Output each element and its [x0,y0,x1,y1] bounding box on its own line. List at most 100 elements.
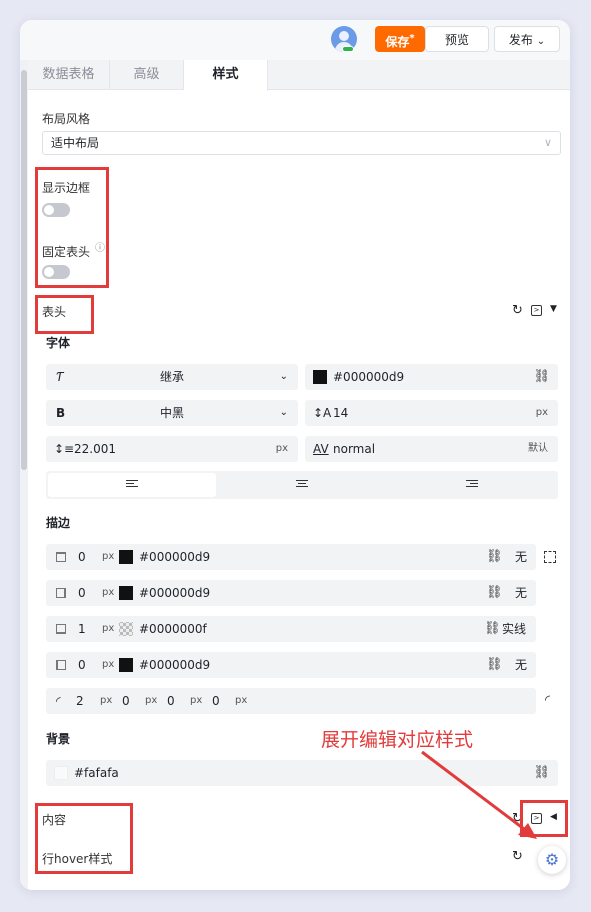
font-color-value: #000000d9 [333,370,405,384]
stroke-color-swatch[interactable] [119,622,133,636]
radius-bottom-left[interactable]: 0 [212,688,220,714]
align-left-button[interactable] [48,473,216,497]
refresh-icon[interactable]: ↻ [512,811,523,826]
row-hover-section-title: 行hover样式 [42,852,113,866]
border-bottom-icon [56,624,66,634]
text-align-group [46,471,558,499]
font-size-icon: ↕A [313,406,332,420]
publish-button[interactable]: 发布 ⌄ [494,26,560,52]
radius-unit: px [100,695,113,706]
style-panel-window: 保存* 预览 发布 ⌄ 数据表格 高级 样式 布局风格 适中布局 ∨ 显示边框 … [20,20,570,890]
border-all-icon[interactable] [544,551,556,563]
content-section-title: 内容 [42,813,67,827]
stroke-unit: px [102,623,115,634]
font-color-swatch[interactable] [313,370,327,384]
variable-link-icon[interactable]: ⛓ [486,652,503,678]
font-section-title: 字体 [46,336,71,350]
font-size-value: 14 [333,406,349,420]
show-border-label: 显示边框 [42,181,91,195]
stroke-unit: px [102,587,115,598]
code-icon[interactable]: > [531,305,542,316]
stroke-width: 0 [78,550,86,564]
stroke-color-value: #000000d9 [139,550,211,564]
stroke-row-top[interactable]: 0 px #000000d9 ⛓ 无 [46,544,536,570]
stroke-row-left[interactable]: 0 px #000000d9 ⛓ 无 [46,652,536,678]
stroke-style-value[interactable]: 无 [515,544,527,570]
caret-left-icon[interactable]: ◀ [550,812,557,822]
line-height-unit: px [275,443,288,454]
layout-style-select[interactable]: 适中布局 ∨ [42,131,561,155]
corner-radius-toggle-icon[interactable]: ◜ [545,693,550,708]
stroke-row-right[interactable]: 0 px #000000d9 ⛓ 无 [46,580,536,606]
font-size-field[interactable]: ↕A 14 px [305,400,558,426]
show-border-toggle[interactable] [42,203,70,217]
stroke-style-value[interactable]: 实线 [502,616,526,642]
stroke-style-value[interactable]: 无 [515,580,527,606]
scrollbar-thumb[interactable] [21,70,27,470]
fixed-header-toggle[interactable] [42,265,70,279]
preview-button[interactable]: 预览 [425,26,489,52]
letter-spacing-default: 默认 [528,443,548,454]
save-button[interactable]: 保存* [375,26,425,52]
code-icon[interactable]: > [531,813,542,824]
stroke-style-value[interactable]: 无 [515,652,527,678]
stroke-width: 1 [78,622,86,636]
preview-button-label: 预览 [444,33,469,47]
tab-advanced[interactable]: 高级 [110,60,184,90]
variable-link-icon[interactable]: ⛓ [486,544,503,570]
border-left-icon [56,660,66,670]
tab-style[interactable]: 样式 [184,60,268,91]
align-center-button[interactable] [218,473,386,497]
save-button-label: 保存 [385,35,410,49]
top-toolbar: 保存* 预览 发布 ⌄ [20,20,570,60]
line-height-field[interactable]: ↕≡ 22.001 px [46,436,298,462]
stroke-color-swatch[interactable] [119,586,133,600]
border-right-icon [56,588,66,598]
stroke-color-value: #000000d9 [139,586,211,600]
tab-data-table[interactable]: 数据表格 [28,60,110,90]
info-icon[interactable]: ⓘ [95,239,105,254]
font-size-unit: px [535,407,548,418]
font-weight-value: 中黑 [160,406,185,420]
font-family-icon: Ƭ [56,370,64,384]
radius-top-right[interactable]: 0 [122,688,130,714]
caret-down-icon[interactable]: ▼ [550,304,557,314]
stroke-color-swatch[interactable] [119,658,133,672]
font-family-select[interactable]: Ƭ 继承 ⌄ [46,364,298,390]
radius-top-left[interactable]: 2 [76,688,84,714]
font-weight-select[interactable]: B 中黑 ⌄ [46,400,298,426]
variable-link-icon[interactable]: ⛓ [484,616,501,642]
unsaved-mark: * [409,33,415,44]
letter-spacing-icon: AV [313,442,329,456]
stroke-width: 0 [78,658,86,672]
bold-icon: B [56,406,66,420]
chevron-down-icon: ⌄ [279,407,288,418]
letter-spacing-field[interactable]: AV normal 默认 [305,436,558,462]
variable-link-icon[interactable]: ⛓ [486,580,503,606]
chevron-down-icon: ∨ [543,136,552,149]
radius-bottom-right[interactable]: 0 [167,688,175,714]
scrollbar[interactable] [20,60,28,890]
refresh-icon[interactable]: ↻ [512,849,523,864]
border-radius-row[interactable]: ◜ 2 px 0 px 0 px 0 px [46,688,536,714]
variable-link-icon[interactable]: ⛓ [533,364,550,390]
fixed-header-label: 固定表头 [42,245,91,259]
line-height-icon: ↕≡ [54,442,75,456]
letter-spacing-value: normal [333,442,376,456]
align-right-button[interactable] [388,473,556,497]
corner-radius-icon: ◜ [56,694,61,708]
stroke-color-swatch[interactable] [119,550,133,564]
stroke-unit: px [102,551,115,562]
stroke-row-bottom[interactable]: 1 px #0000000f ⛓ 实线 [46,616,536,642]
background-color-swatch[interactable] [54,766,68,780]
refresh-icon[interactable]: ↻ [512,303,523,318]
font-color-field[interactable]: #000000d9 ⛓ [305,364,558,390]
line-height-value: 22.001 [74,442,116,456]
gear-icon[interactable]: ⚙ [538,846,566,874]
chevron-down-icon: ⌄ [279,371,288,382]
header-section-title: 表头 [42,305,67,319]
radius-unit: px [145,695,158,706]
online-status-badge [342,46,354,52]
font-family-value: 继承 [160,370,185,384]
stroke-width: 0 [78,586,86,600]
